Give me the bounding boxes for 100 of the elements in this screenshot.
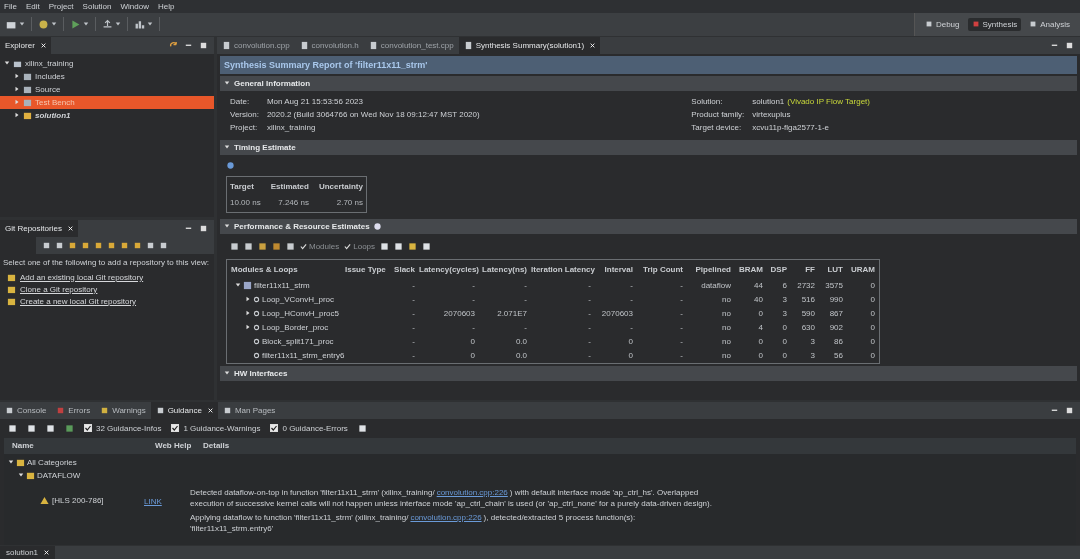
filter-checkbox[interactable]: 32 Guidance-Infos [84, 423, 162, 433]
menu-item[interactable]: Edit [25, 1, 40, 11]
filter-toggle[interactable]: Modules [300, 241, 340, 251]
tree-item[interactable]: All Categories [4, 455, 144, 469]
dropdown-icon[interactable] [147, 21, 153, 28]
close-icon[interactable] [44, 550, 50, 556]
close-icon[interactable] [67, 225, 73, 231]
perspective-button[interactable]: Debug [920, 17, 964, 31]
table-cell-text: - [679, 336, 683, 346]
menu-item[interactable]: Help [157, 1, 175, 11]
dropdown-icon[interactable] [115, 21, 121, 28]
filter-toggle[interactable]: Loops [344, 241, 376, 251]
menu-item[interactable]: Window [120, 1, 149, 11]
maximize-icon[interactable] [1065, 40, 1074, 50]
dropdown-icon[interactable] [19, 21, 25, 28]
source-link[interactable]: convolution.cpp:226 [436, 487, 508, 497]
table-cell-text: - [523, 322, 527, 332]
view-tab[interactable]: Man Pages [217, 401, 281, 419]
caret-icon[interactable] [224, 370, 230, 377]
table-cell-text: - [679, 294, 683, 304]
maximize-icon[interactable] [199, 40, 208, 50]
section-header[interactable]: HW Interfaces [220, 365, 1077, 381]
table-cell-text: 7.246 ns [277, 197, 309, 207]
checkbox-icon[interactable] [171, 424, 180, 433]
instruction-text: Select one of the following to add a repository to this view: [3, 257, 210, 267]
menu-item[interactable]: File [4, 1, 17, 11]
caret-icon[interactable] [224, 223, 230, 230]
view-tab[interactable]: solution1 [0, 546, 56, 559]
table-cell-text: 0 [627, 336, 633, 346]
table-cell-text: 3 [781, 308, 787, 318]
link[interactable]: Create a new local Git repository [20, 296, 137, 306]
tree-item[interactable]: Source [0, 82, 214, 96]
menu-item[interactable]: Solution [82, 1, 112, 11]
section-header[interactable]: Timing Estimate [220, 139, 1077, 155]
section-header[interactable]: General Information [220, 75, 1077, 91]
column-header: FF [804, 264, 815, 274]
table-cell-text: - [411, 322, 415, 332]
view-tab[interactable]: Console [0, 401, 52, 419]
table-cell-text: - [587, 308, 591, 318]
view-tab[interactable]: Explorer [0, 36, 51, 54]
editor-tab[interactable]: convolution.cpp [217, 36, 295, 54]
link[interactable]: Clone a Git repository [20, 284, 98, 294]
field-value: solution1 [752, 96, 785, 106]
field-value: xilinx_training [266, 122, 317, 132]
menu-item[interactable]: Project [48, 1, 74, 11]
chart-icon[interactable] [134, 18, 145, 30]
table-cell-text: 0 [781, 336, 787, 346]
checkbox-icon[interactable] [270, 424, 279, 433]
web-help-link[interactable]: LINK [144, 496, 162, 506]
view-tab[interactable]: Git Repositories [0, 219, 78, 237]
view-tab[interactable]: Guidance [150, 401, 218, 419]
play-icon[interactable] [70, 18, 81, 30]
close-icon[interactable] [207, 407, 213, 413]
column-header: Pipelined [694, 264, 731, 274]
column-header: BRAM [738, 264, 763, 274]
tree-item[interactable]: xilinx_training [0, 56, 214, 70]
export-icon[interactable] [102, 18, 113, 30]
checkbox-icon[interactable] [84, 424, 92, 433]
info-icon[interactable] [373, 222, 381, 230]
file-icon [299, 40, 309, 50]
table-cell-text: - [471, 322, 475, 332]
table-cell-text: 0 [869, 280, 875, 290]
table-cell-text: 0.0 [514, 336, 527, 346]
table-cell-text: dataflow [700, 280, 731, 290]
column-header: Slack [393, 264, 415, 274]
tree-item[interactable]: Includes [0, 69, 214, 83]
tree-item[interactable]: Block_split171_proc [231, 336, 341, 346]
filter-checkbox[interactable]: 0 Guidance-Errors [270, 423, 348, 433]
dropdown-icon[interactable] [83, 21, 89, 28]
tree-item[interactable]: DATAFLOW [4, 468, 144, 482]
view-tab[interactable]: Errors [51, 401, 96, 419]
table-cell-text: no [721, 294, 731, 304]
filter-checkbox[interactable]: 1 Guidance-Warnings [171, 423, 261, 433]
warning-icon [40, 495, 49, 505]
maximize-icon[interactable] [199, 223, 208, 233]
table-cell-text: 40 [753, 294, 763, 304]
editor-tab[interactable]: convolution.h [294, 36, 364, 54]
table-cell-text: - [471, 294, 475, 304]
maximize-icon[interactable] [1065, 405, 1074, 415]
section-header[interactable]: Performance & Resource Estimates [220, 218, 1077, 234]
source-link[interactable]: convolution.cpp:226 [410, 512, 482, 522]
table-cell-text: 0.0 [514, 350, 527, 360]
table-icon[interactable] [357, 423, 367, 433]
editor-tab[interactable]: convolution_test.cpp [363, 36, 459, 54]
field-label: Product family: [691, 109, 745, 119]
close-icon[interactable] [40, 42, 46, 48]
editor-tab[interactable]: Synthesis Summary(solution1) [458, 36, 601, 54]
perspective-button[interactable]: Synthesis [967, 17, 1022, 31]
perspective-button[interactable]: Analysis [1025, 17, 1074, 31]
tree-item[interactable]: Loop_HConvH_proc5 [231, 308, 341, 318]
tree-item[interactable]: Loop_VConvH_proc [231, 294, 341, 304]
caret-icon[interactable] [224, 80, 230, 87]
tree-item[interactable]: Loop_Border_proc [231, 322, 341, 332]
dropdown-icon[interactable] [51, 21, 57, 28]
tree-item[interactable]: solution1 [0, 108, 214, 122]
tree-item[interactable]: filter11x11_strm [231, 280, 341, 290]
view-tab[interactable]: Warnings [95, 401, 151, 419]
caret-icon[interactable] [224, 144, 230, 151]
close-icon[interactable] [590, 42, 596, 48]
link[interactable]: Add an existing local Git repository [20, 272, 144, 282]
